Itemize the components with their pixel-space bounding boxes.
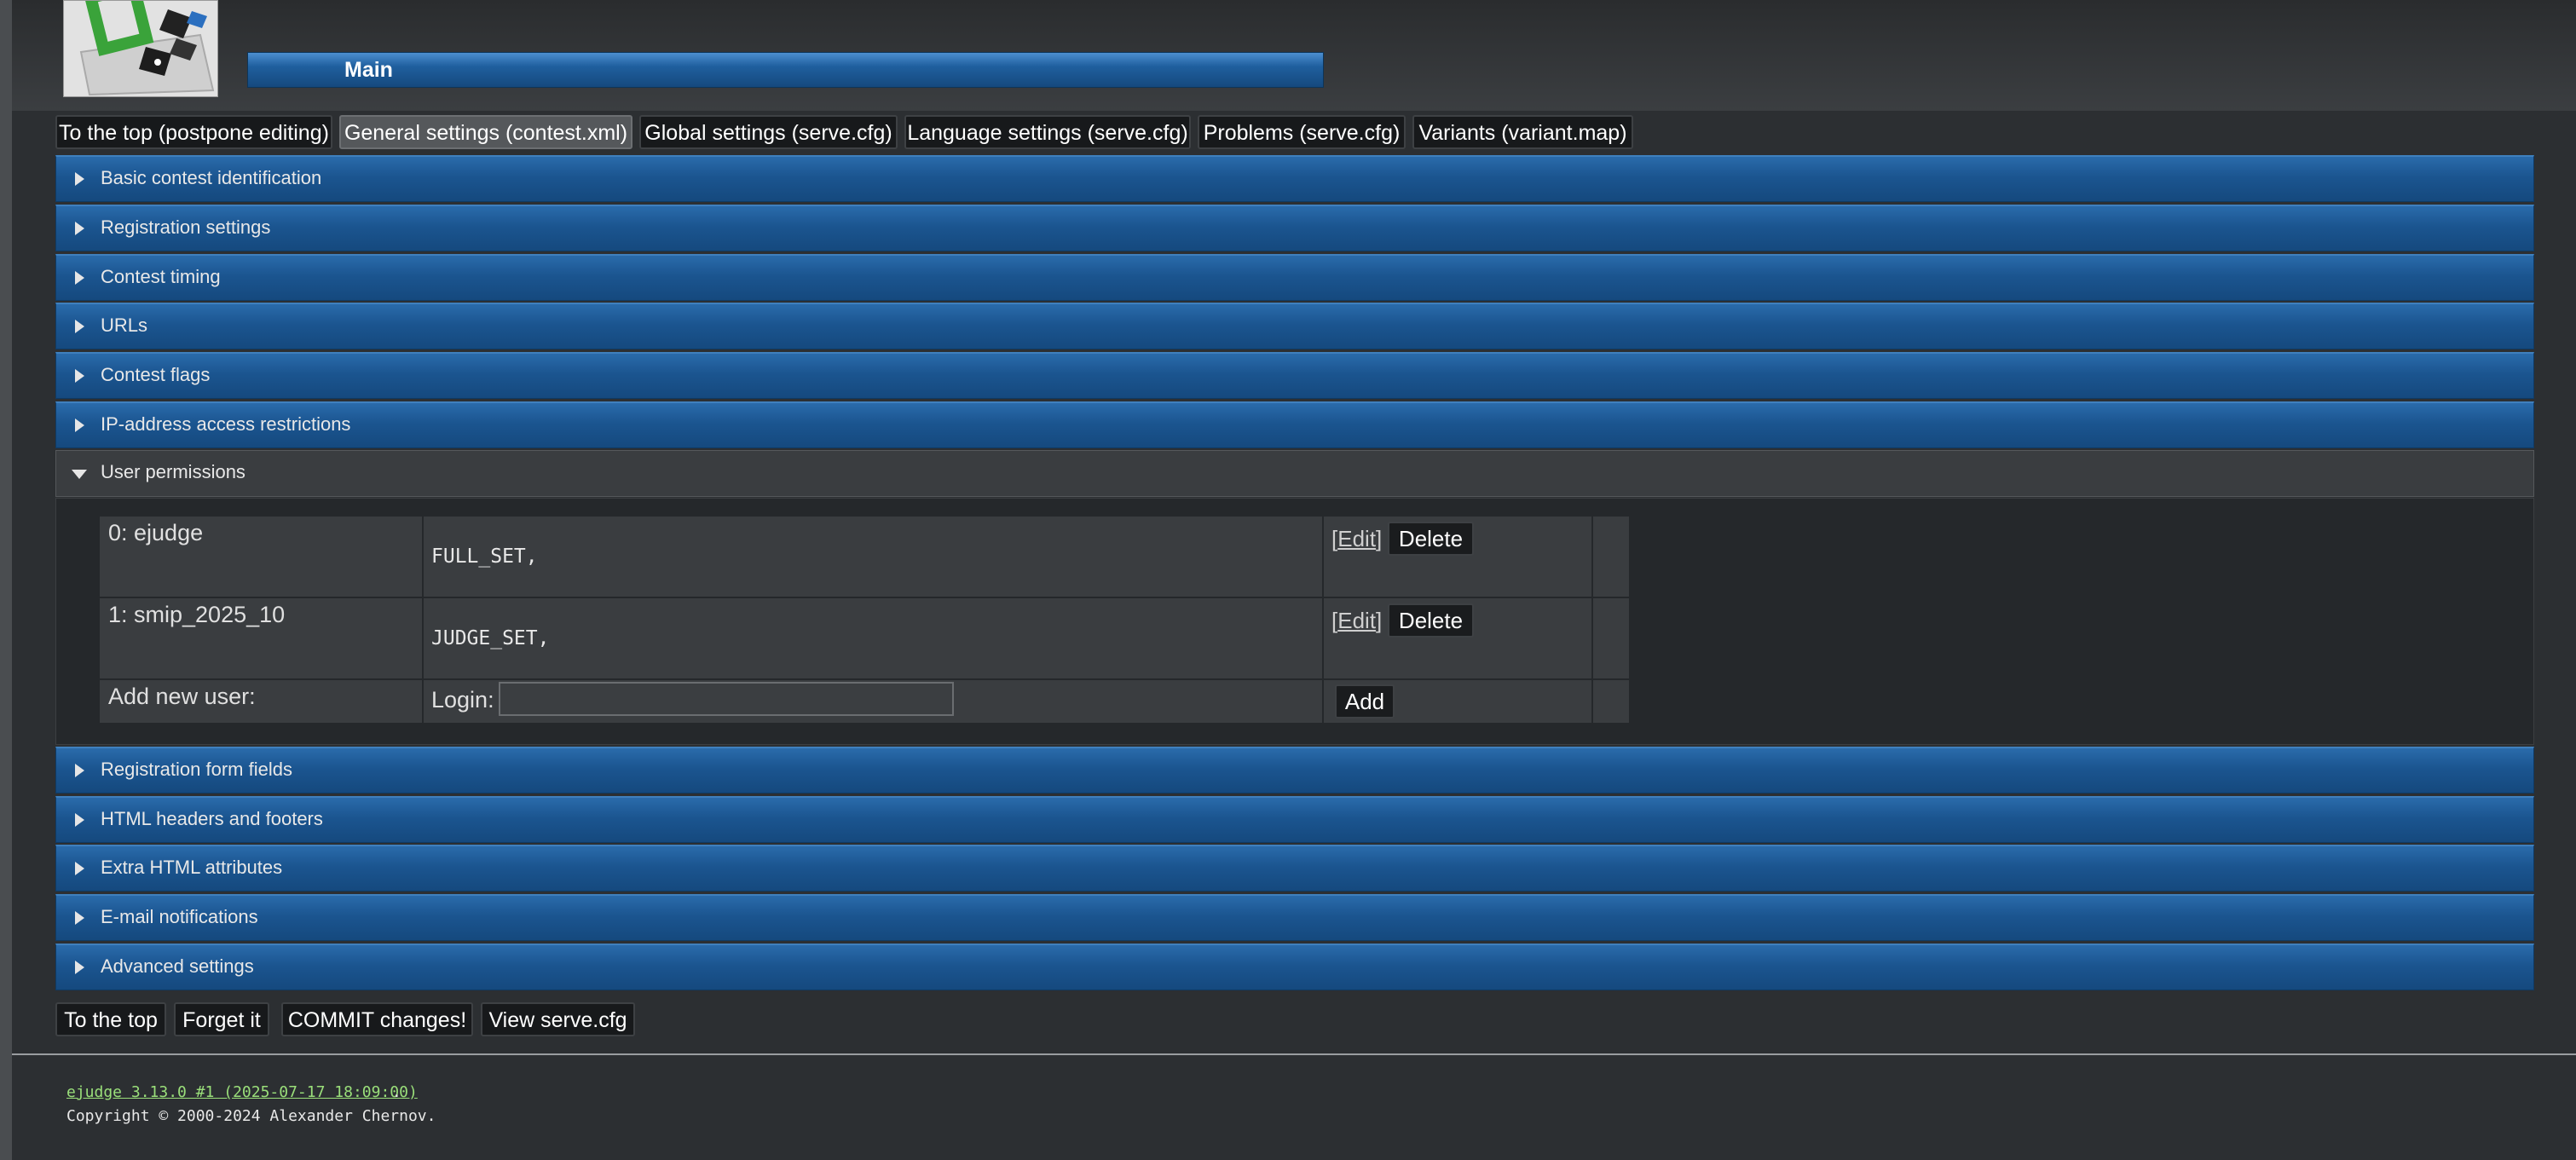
main-title-bar: Main (247, 52, 1324, 88)
section-contest-flags[interactable]: Contest flags (55, 352, 2534, 399)
tab-to-the-top[interactable]: To the top (postpone editing) (55, 115, 332, 149)
expand-arrow-icon (75, 369, 84, 383)
view-serve-cfg-button[interactable]: View serve.cfg (481, 1002, 635, 1036)
section-registration-settings[interactable]: Registration settings (55, 205, 2534, 251)
section-label: E-mail notifications (101, 906, 258, 927)
login-label: Login: (431, 687, 494, 713)
forget-it-button[interactable]: Forget it (174, 1002, 269, 1036)
page-header: Main (12, 0, 2576, 111)
left-edge-bar (0, 0, 12, 1160)
table-cell (424, 598, 1322, 678)
expand-arrow-icon (75, 418, 84, 432)
section-label: IP-address access restrictions (101, 413, 351, 435)
table-cell (1593, 517, 1629, 597)
table-cell (424, 517, 1322, 597)
section-basic-contest-identification[interactable]: Basic contest identification (55, 155, 2534, 202)
section-label: URLs (101, 315, 148, 336)
user-caps: FULL_SET, (431, 545, 538, 568)
to-the-top-button[interactable]: To the top (55, 1002, 166, 1036)
section-label: Contest timing (101, 266, 221, 287)
expand-arrow-icon (75, 813, 84, 827)
expand-arrow-icon (75, 320, 84, 333)
table-cell (1593, 598, 1629, 678)
user-label: 1: smip_2025_10 (108, 602, 286, 627)
user-caps: JUDGE_SET, (431, 627, 550, 649)
expand-arrow-icon (75, 764, 84, 777)
section-label: Registration form fields (101, 759, 292, 780)
section-advanced-settings[interactable]: Advanced settings (55, 944, 2534, 990)
add-new-user-label: Add new user: (108, 684, 256, 709)
section-html-headers-footers[interactable]: HTML headers and footers (55, 796, 2534, 843)
tab-variants[interactable]: Variants (variant.map) (1412, 115, 1633, 149)
section-email-notifications[interactable]: E-mail notifications (55, 894, 2534, 941)
section-label: Basic contest identification (101, 167, 322, 188)
section-label: Contest flags (101, 364, 211, 385)
expand-arrow-icon (75, 862, 84, 875)
section-label: Advanced settings (101, 955, 254, 977)
expand-arrow-icon (75, 911, 84, 925)
expand-arrow-icon (75, 271, 84, 285)
section-ip-access-restrictions[interactable]: IP-address access restrictions (55, 401, 2534, 448)
expand-arrow-icon (75, 172, 84, 186)
version-suffix: . (392, 1083, 401, 1101)
section-extra-html-attributes[interactable]: Extra HTML attributes (55, 845, 2534, 892)
ejudge-logo (63, 0, 218, 97)
tab-global-settings[interactable]: Global settings (serve.cfg) (639, 115, 898, 149)
section-contest-timing[interactable]: Contest timing (55, 254, 2534, 301)
section-label: User permissions (101, 461, 245, 482)
tab-language-settings[interactable]: Language settings (serve.cfg) (904, 115, 1191, 149)
section-label: HTML headers and footers (101, 808, 323, 829)
main-title: Main (344, 58, 393, 82)
collapse-arrow-icon (72, 470, 87, 479)
login-input[interactable] (499, 682, 954, 716)
delete-button[interactable]: Delete (1388, 522, 1474, 556)
footer-divider (12, 1053, 2576, 1055)
table-cell (1593, 680, 1629, 723)
section-urls[interactable]: URLs (55, 303, 2534, 349)
section-label: Registration settings (101, 216, 271, 238)
section-registration-form-fields[interactable]: Registration form fields (55, 747, 2534, 794)
section-user-permissions[interactable]: User permissions (55, 450, 2534, 497)
user-label: 0: ejudge (108, 520, 204, 545)
copyright: Copyright © 2000-2024 Alexander Chernov. (66, 1107, 436, 1125)
expand-arrow-icon (75, 222, 84, 235)
tab-problems[interactable]: Problems (serve.cfg) (1198, 115, 1406, 149)
delete-button[interactable]: Delete (1388, 603, 1474, 638)
section-label: Extra HTML attributes (101, 857, 283, 878)
add-user-button[interactable]: Add (1335, 684, 1395, 719)
expand-arrow-icon (75, 961, 84, 974)
version-link[interactable]: ejudge 3.13.0 #1 (2025-07-17 18:09:00) (66, 1083, 418, 1101)
edit-link[interactable]: [Edit] (1331, 608, 1382, 634)
tab-general-settings[interactable]: General settings (contest.xml) (339, 115, 632, 149)
commit-changes-button[interactable]: COMMIT changes! (281, 1002, 473, 1036)
edit-link[interactable]: [Edit] (1331, 526, 1382, 552)
